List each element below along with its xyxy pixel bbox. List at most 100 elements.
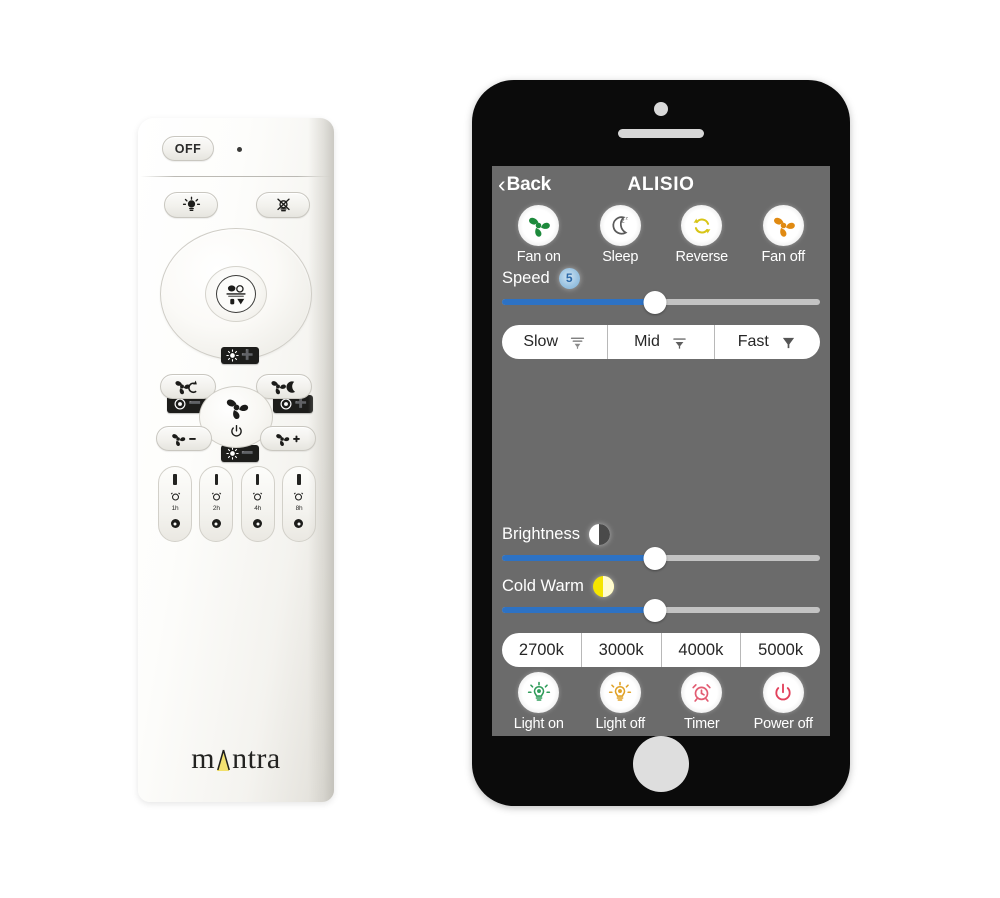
speed-label: Speed <box>502 268 550 287</box>
back-button[interactable]: ‹ Back <box>498 172 552 196</box>
kelvin-preset-3000k[interactable]: 3000k <box>582 633 662 667</box>
refresh-icon <box>693 218 711 233</box>
cold-warm-slider-thumb[interactable] <box>643 599 667 622</box>
alarm-icon <box>170 491 181 502</box>
remote-timer-2h[interactable]: 2h <box>199 466 234 542</box>
sleep-icon-circle: z z <box>599 205 641 246</box>
fan-on-button[interactable]: Fan on <box>500 205 578 265</box>
front-camera-icon <box>654 102 668 116</box>
timer-led-icon <box>297 474 301 485</box>
brightness-slider-fill <box>502 555 655 561</box>
fan-icon <box>226 399 248 420</box>
fan-on-label: Fan on <box>516 249 561 265</box>
plus-icon: ➕ <box>241 349 254 361</box>
remote-control: OFF ➕ ➖ ➖ ➕ 1h 2h 4h 8h m ntra <box>138 118 334 802</box>
reverse-button[interactable]: Reverse <box>663 205 741 265</box>
power-off-button[interactable]: Power off <box>744 672 822 732</box>
timer-button[interactable]: Timer <box>663 672 741 732</box>
bulb-off-icon <box>609 681 632 701</box>
remote-timer-1h[interactable]: 1h <box>158 466 192 542</box>
brightness-slider-thumb[interactable] <box>643 547 667 570</box>
bulb-on-icon <box>182 196 201 215</box>
kelvin-preset-5000k[interactable]: 5000k <box>741 633 820 667</box>
timer-label: 8h <box>295 505 303 512</box>
brightness-icon <box>226 349 239 362</box>
power-off-label: Power off <box>753 716 813 732</box>
sleep-button[interactable]: z z Sleep <box>581 205 659 265</box>
timer-led-icon <box>214 474 219 485</box>
svg-text:z: z <box>625 217 628 222</box>
light-control-row: Light on Light off Timer Power off <box>492 667 830 736</box>
remote-fan-speed-up-button[interactable] <box>260 426 316 451</box>
power-icon <box>230 424 242 437</box>
remote-off-label: OFF <box>174 141 202 156</box>
fan-sleep-icon <box>271 381 296 395</box>
timer-button[interactable] <box>253 519 263 528</box>
bulb-on-icon <box>527 681 550 701</box>
light-on-icon-circle <box>518 672 560 713</box>
light-mode-icon <box>226 284 246 304</box>
remote-off-button[interactable]: OFF <box>162 136 214 161</box>
screen-spacer <box>492 359 830 521</box>
alarm-icon <box>211 491 222 502</box>
remote-light-off-button[interactable] <box>256 192 310 218</box>
reverse-icon-circle <box>681 205 723 246</box>
home-button[interactable] <box>633 736 689 792</box>
fan-off-button[interactable]: Fan off <box>744 205 822 265</box>
cold-warm-slider-fill <box>502 607 655 613</box>
fan-control-row: Fan on z z Sleep Reverse Fan off <box>492 204 830 265</box>
remote-light-on-button[interactable] <box>164 192 218 218</box>
speed-badge-value: 5 <box>565 271 573 285</box>
timer-button[interactable] <box>211 519 221 528</box>
timer-button[interactable] <box>294 519 304 528</box>
remote-dial-center-button[interactable] <box>216 275 256 313</box>
fan-mid-icon <box>671 334 688 351</box>
minus-icon: ➖ <box>188 398 202 409</box>
alarm-icon <box>692 684 711 702</box>
reverse-label: Reverse <box>675 249 729 265</box>
timer-label: 4h <box>254 505 262 512</box>
phone-screen: ‹ Back ALISIO Fan on z z Sleep Reverse F… <box>492 166 830 736</box>
timer-label: Timer <box>683 716 720 732</box>
remote-timer-4h[interactable]: 4h <box>240 466 275 542</box>
speed-slider[interactable] <box>502 291 820 314</box>
brightness-group: Brightness <box>492 521 830 573</box>
timer-label: 2h <box>212 505 220 512</box>
remote-brightness-up-key[interactable]: ➕ <box>221 347 259 364</box>
speed-preset-slow[interactable]: Slow <box>502 325 609 359</box>
bulb-off-icon <box>274 196 293 215</box>
kelvin-preset-bar: 2700k 3000k 4000k 5000k <box>502 633 820 667</box>
light-off-icon-circle <box>599 672 641 713</box>
remote-fan-speed-down-button[interactable] <box>156 426 212 451</box>
back-label: Back <box>506 174 552 195</box>
kelvin-preset-2700k[interactable]: 2700k <box>502 633 582 667</box>
remote-dial[interactable]: ➕ ➖ ➖ ➕ <box>160 228 313 462</box>
fan-fast-icon <box>780 334 797 351</box>
speed-slider-thumb[interactable] <box>643 291 667 314</box>
light-on-button[interactable]: Light on <box>500 672 578 732</box>
speed-preset-mid[interactable]: Mid <box>608 325 715 359</box>
half-circle-yellow-icon <box>592 575 614 597</box>
remote-fan-sleep-button[interactable] <box>256 374 312 399</box>
earpiece-speaker-icon <box>618 129 704 138</box>
color-temp-icon <box>174 398 186 410</box>
minus-icon: ➖ <box>241 447 254 459</box>
speed-slider-fill <box>502 299 655 305</box>
cold-warm-slider[interactable] <box>502 599 820 622</box>
brightness-slider[interactable] <box>502 547 820 570</box>
speed-group: Speed 5 <box>492 265 830 317</box>
light-off-label: Light off <box>595 716 646 732</box>
speed-preset-fast[interactable]: Fast <box>715 325 820 359</box>
half-circle-icon <box>588 523 610 545</box>
alarm-icon <box>293 491 304 502</box>
timer-label: 1h <box>171 505 179 512</box>
remote-timer-8h[interactable]: 8h <box>281 466 316 542</box>
fan-speed-up-icon <box>276 433 300 446</box>
timer-button[interactable] <box>170 519 180 528</box>
kelvin-preset-4000k[interactable]: 4000k <box>662 633 742 667</box>
fan-icon <box>529 217 551 237</box>
light-off-button[interactable]: Light off <box>581 672 659 732</box>
speed-header: Speed 5 <box>502 265 820 291</box>
fan-off-label: Fan off <box>761 249 806 265</box>
speed-badge-icon: 5 <box>558 267 580 289</box>
